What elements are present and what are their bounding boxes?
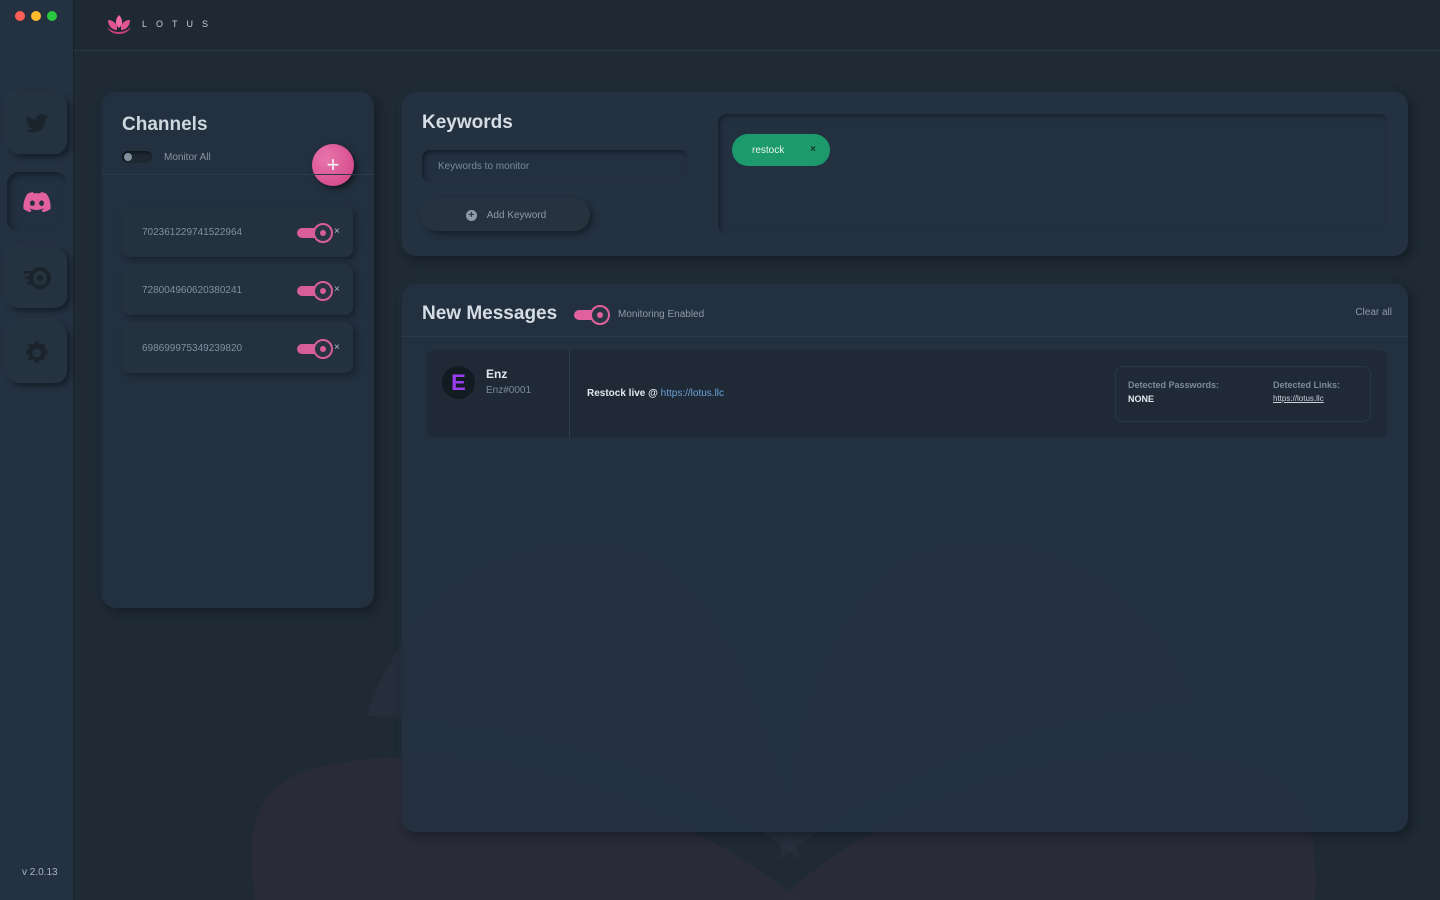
monitor-all-toggle[interactable]: [122, 151, 152, 163]
monitoring-label: Monitoring Enabled: [618, 309, 705, 320]
sidebar: v 2.0.13: [0, 0, 74, 900]
remove-channel-button[interactable]: ×: [334, 342, 340, 353]
gear-icon: [26, 341, 48, 363]
monitoring-toggle[interactable]: [574, 304, 610, 325]
lotus-logo-icon: [107, 15, 131, 34]
monitor-all-label: Monitor All: [164, 151, 211, 163]
add-keyword-button[interactable]: + Add Keyword: [422, 199, 590, 231]
twitter-icon: [25, 114, 48, 133]
message-body: Restock live @: [587, 388, 661, 399]
keywords-title: Keywords: [422, 112, 513, 133]
message-link[interactable]: https://lotus.llc: [661, 388, 724, 399]
remove-channel-button[interactable]: ×: [334, 284, 340, 295]
keyword-input[interactable]: [422, 150, 688, 182]
author-name: Enz: [486, 367, 508, 381]
channel-id: 728004960620380241: [142, 285, 243, 296]
message-author: E Enz Enz#0001: [426, 350, 570, 438]
channel-item: 728004960620380241 ×: [123, 265, 353, 315]
channel-toggle[interactable]: [297, 281, 333, 301]
add-keyword-label: Add Keyword: [486, 209, 547, 221]
channel-item: 698699975349239820 ×: [123, 323, 353, 373]
close-window-button[interactable]: [15, 11, 25, 21]
detection-summary: Detected Passwords: NONE Detected Links:…: [1115, 366, 1371, 422]
minimize-window-button[interactable]: [31, 11, 41, 21]
author-tag: Enz#0001: [486, 385, 532, 396]
remove-channel-button[interactable]: ×: [334, 226, 340, 237]
avatar: E: [442, 366, 475, 399]
clear-all-button[interactable]: Clear all: [1355, 307, 1392, 318]
app-logo: LOTUS: [106, 14, 217, 34]
plus-circle-icon: +: [465, 209, 477, 221]
monitor-all-control: Monitor All: [122, 151, 211, 163]
detected-passwords-label: Detected Passwords:: [1128, 380, 1220, 390]
message-text: Restock live @ https://lotus.llc: [587, 388, 724, 399]
add-channel-button[interactable]: +: [312, 144, 354, 186]
channels-title: Channels: [122, 114, 208, 135]
sidebar-item-discord[interactable]: [7, 172, 67, 232]
discord-icon: [23, 192, 51, 212]
channel-item: 702361229741522964 ×: [123, 207, 353, 257]
app-version: v 2.0.13: [22, 867, 58, 878]
messages-panel: New Messages Monitoring Enabled Clear al…: [402, 284, 1408, 832]
channel-id: 702361229741522964: [142, 227, 243, 238]
keyword-tag-label: restock: [752, 145, 785, 156]
keywords-panel: Keywords + Add Keyword restock ×: [402, 92, 1408, 256]
speed-icon: [23, 267, 51, 289]
sidebar-item-speed[interactable]: [7, 248, 67, 308]
sidebar-item-twitter[interactable]: [7, 94, 67, 154]
top-bar: LOTUS: [74, 0, 1440, 51]
logo-text: LOTUS: [142, 19, 218, 29]
detected-link[interactable]: https://lotus.llc: [1273, 394, 1324, 403]
messages-title: New Messages: [422, 303, 558, 324]
detected-passwords-value: NONE: [1128, 394, 1155, 404]
channel-id: 698699975349239820: [142, 343, 243, 354]
detected-links-label: Detected Links:: [1273, 380, 1341, 390]
channels-panel: Channels Monitor All + 70236122974152296…: [102, 92, 374, 608]
keyword-tags-area: restock ×: [718, 114, 1388, 234]
message-row[interactable]: E Enz Enz#0001 Restock live @ https://lo…: [426, 350, 1387, 438]
sidebar-item-settings[interactable]: [7, 323, 67, 383]
channel-toggle[interactable]: [297, 223, 333, 243]
divider: [402, 336, 1408, 337]
maximize-window-button[interactable]: [47, 11, 57, 21]
window-controls: [15, 11, 57, 21]
divider: [102, 174, 374, 175]
monitoring-control: Monitoring Enabled: [574, 304, 705, 325]
keyword-tag: restock ×: [732, 134, 830, 166]
channel-toggle[interactable]: [297, 339, 333, 359]
remove-keyword-button[interactable]: ×: [810, 144, 816, 155]
